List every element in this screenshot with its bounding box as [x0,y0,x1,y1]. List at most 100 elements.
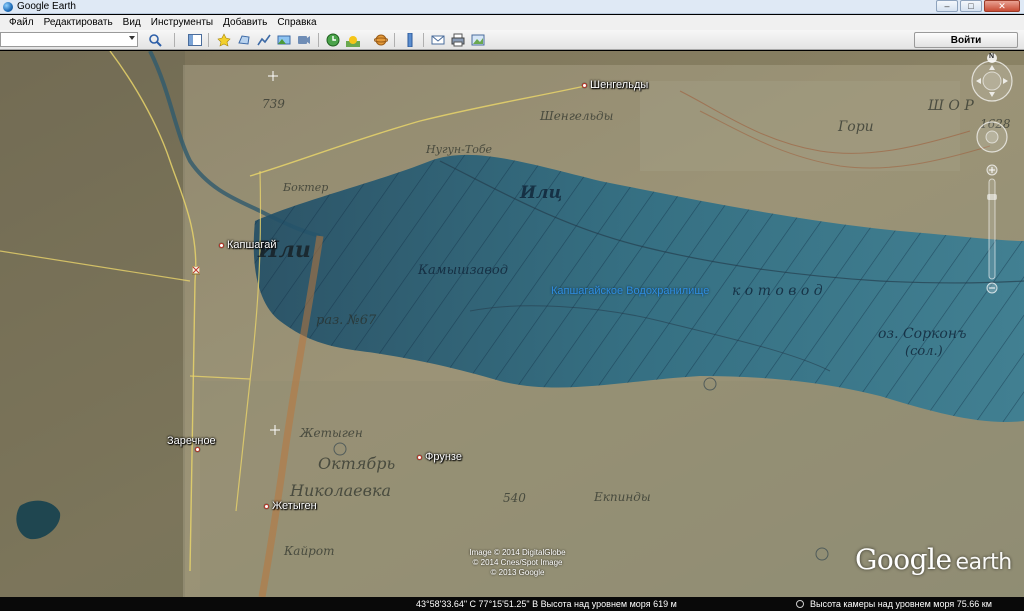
place-label: Жетыген [272,500,317,512]
place-marker-icon [582,82,587,88]
overlay-label: (сол.) [905,344,943,359]
fields-northeast [640,81,960,171]
menu-add[interactable]: Добавить [218,17,272,28]
menu-edit[interactable]: Редактировать [39,17,118,28]
polygon-icon [238,35,250,45]
map-view[interactable]: 739 Шенгельды Нугун-Тобе Боктер Или Илц … [0,51,1024,597]
path-icon [257,34,271,46]
place-label: Заречное [167,435,216,447]
overlay-label: Екпинды [594,490,651,504]
toolbar-separator [208,33,209,47]
place-label: Шенгельды [590,79,649,91]
menu-view[interactable]: Вид [118,17,146,28]
ruler-button[interactable] [401,32,419,48]
attribution-line: © 2014 Cnes/Spot Image [472,558,563,567]
place-marker-icon [417,454,422,460]
place-zhetygen[interactable]: Жетыген [264,500,317,512]
overlay-label: 739 [262,97,285,111]
planets-button[interactable] [372,32,390,48]
sign-in-button[interactable]: Войти [914,32,1018,48]
menu-bar: Файл Редактировать Вид Инструменты Добав… [0,15,1024,30]
search-input[interactable] [1,33,125,46]
email-icon [431,35,445,45]
streaming-indicator-icon [796,600,804,608]
historical-imagery-icon [326,33,340,47]
sunlight-icon [346,36,360,47]
toolbar: Войти [0,30,1024,50]
move-joystick[interactable] [976,121,1008,153]
crosshair-icon [270,425,280,435]
reservoir-label[interactable]: Капшагайское Водохранилище [551,285,709,297]
imagery-attribution: Image © 2014 DigitalGlobe © 2014 Cnes/Sp… [450,548,585,578]
overlay-label: Нугун-Тобе [426,143,493,156]
google-earth-logo: Google earth [855,543,1012,576]
logo-google-text: Google [855,543,952,576]
maximize-button[interactable]: □ [960,0,982,12]
email-button[interactable] [429,32,447,48]
placemark-icon [217,33,231,47]
zoom-handle[interactable] [987,194,997,200]
overlay-label: Кайрот [284,544,335,558]
search-field[interactable] [0,32,138,47]
overlay-label: Камышзавод [418,263,508,278]
overlay-pushpin-icon[interactable] [192,266,200,276]
sunlight-button[interactable] [344,32,362,48]
nav-controls-graphic [971,53,1013,294]
add-polygon-button[interactable] [235,32,253,48]
place-label: Фрунзе [425,451,462,463]
sidebar-toggle-icon [188,34,202,46]
place-marker-icon [195,447,200,452]
overlay-label: оз. Сорконъ [878,326,967,342]
planets-icon [374,34,388,46]
status-bar: 43°58'33.64" С 77°15'51.25" В Высота над… [0,597,1024,611]
crosshair-icon [268,71,278,81]
overlay-label: Илц [520,183,563,203]
overlay-label: Октябрь [318,454,396,473]
print-button[interactable] [449,32,467,48]
search-history-dropdown-icon[interactable] [129,36,135,40]
overlay-label: Николаевка [290,481,392,500]
logo-earth-text: earth [955,550,1013,575]
attribution-line: Image © 2014 DigitalGlobe [469,548,566,557]
place-kapchagay[interactable]: Капшагай [219,239,276,251]
search-icon [149,34,162,47]
add-image-overlay-button[interactable] [275,32,293,48]
place-marker-icon [219,242,224,248]
overlay-label: Гори [838,119,874,135]
toolbar-separator [174,33,175,47]
zoom-slider[interactable] [986,164,998,294]
close-button[interactable]: ✕ [984,0,1020,12]
record-tour-button[interactable] [295,32,313,48]
overlay-label: к о т о в о д [732,283,823,299]
record-tour-icon [298,36,310,44]
ruler-icon [407,33,413,47]
google-earth-window: Google Earth ‒ □ ✕ Файл Редактировать Ви… [0,0,1024,611]
add-path-button[interactable] [255,32,273,48]
image-overlay-icon [277,35,291,45]
pointer-coordinates: 43°58'33.64" С 77°15'51.25" В Высота над… [416,599,677,609]
historical-imagery-button[interactable] [324,32,342,48]
place-zarechnoe[interactable]: Заречное [167,435,216,452]
place-frunze[interactable]: Фрунзе [417,451,462,463]
place-shengeldy[interactable]: Шенгельды [582,79,648,91]
overlay-label: Шенгельды [540,109,614,123]
google-earth-app-icon [3,1,13,12]
overlay-label: 540 [503,491,526,505]
toolbar-separator [394,33,395,47]
title-bar: Google Earth ‒ □ ✕ [0,0,1024,14]
toolbar-separator [318,33,319,47]
search-button[interactable] [146,32,164,48]
menu-file[interactable]: Файл [4,17,39,28]
save-image-button[interactable] [469,32,487,48]
save-image-icon [471,34,485,46]
overlay-label: Жетыген [300,426,363,440]
toolbar-separator [423,33,424,47]
menu-help[interactable]: Справка [272,17,321,28]
camera-altitude: Высота камеры над уровнем моря 75.66 км [810,599,992,609]
add-placemark-button[interactable] [215,32,233,48]
look-joystick[interactable] [971,60,1013,102]
sidebar-toggle-button[interactable] [186,32,204,48]
minimize-button[interactable]: ‒ [936,0,958,12]
menu-tools[interactable]: Инструменты [146,17,218,28]
print-icon [451,33,465,47]
